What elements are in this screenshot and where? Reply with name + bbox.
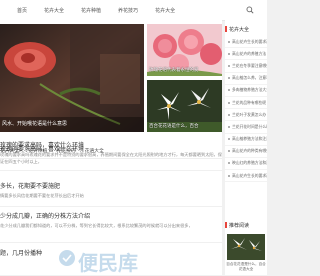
sidebar-list-item[interactable]: 兰花开花时间是什么时候 (225, 121, 267, 134)
sidebar-item-text[interactable]: 兰花的品种有哪些呢 (232, 100, 266, 106)
sidebar-item-text[interactable]: 兰花叶子发黄怎么办 (232, 112, 266, 118)
article-entry-2[interactable]: 多长，花期要不要施肥 情要多长风信花期要不要在花芽长出后才开始 (0, 181, 222, 206)
bullet-icon (228, 89, 230, 92)
watermark-text: 便民库 (78, 251, 138, 275)
article-title-2[interactable]: 多长，花期要不要施肥 (0, 181, 222, 190)
nav-item-home[interactable]: 首页 (17, 7, 27, 14)
article-summary-1: 玫瑰的要求高吗玫瑰花的要求并不是特别的要求很高，养殖期间要保全在太阳光照射的地方… (0, 152, 222, 164)
sidebar-item-text[interactable]: 兰花开花时间是什么时候 (232, 124, 267, 130)
hero-caption: 风水、开始哦花语是什么意思 (0, 117, 144, 132)
sidebar-list-item[interactable]: 映山红的养殖方法和注意 (225, 158, 267, 171)
sidebar-accent-bar (225, 26, 227, 32)
thumb-caption-lilies: 百合花花语是什么，百合 (149, 124, 199, 129)
sidebar-list-item[interactable]: 高山花卉的养殖方法 (225, 48, 267, 61)
article-title-3[interactable]: 少分成几瓣，正确的分株方法介绍 (0, 211, 222, 220)
nav-item-tips[interactable]: 养花技巧 (118, 7, 138, 14)
article-divider (0, 242, 222, 243)
search-icon[interactable] (246, 6, 254, 14)
sidebar-item-text[interactable]: 高山花卉生长的要求高 (232, 39, 267, 45)
sidebar-item-text[interactable]: 高山花卉的种类有哪些 (232, 148, 267, 154)
top-navigation-bar: 首页 花卉大全 花卉种植 养花技巧 花卉大全 (0, 0, 267, 21)
nav-item-flowers[interactable]: 花卉大全 (44, 7, 64, 14)
sidebar-list-item[interactable]: 高山榕养殖方法和注意事项 (225, 134, 267, 146)
sidebar-item-text[interactable]: 高山花卉生长的要求高吗 (232, 173, 267, 179)
recommend-title: 推荐阅读 (229, 222, 250, 229)
sidebar-item-text[interactable]: 映山红的养殖方法和注意 (232, 160, 267, 166)
feature-thumb-roses[interactable]: 玫瑰花语代表着永恒的爱 (147, 24, 222, 76)
sidebar-list-item[interactable]: 高山榕怎么养，注意事项 (225, 73, 267, 85)
sidebar: 花卉大全 高山花卉生长的要求高 高山花卉的养殖方法 兰花在冬季要注意哪些 高山榕… (225, 20, 267, 275)
article-summary-2: 情要多长风信花期要不要在花芽长出后才开始 (0, 193, 84, 198)
sidebar-list-item[interactable]: 高山花卉的种类有哪些 (225, 146, 267, 158)
bullet-icon (228, 77, 230, 80)
bullet-icon (228, 40, 230, 43)
nav-item-flowers-2[interactable]: 花卉大全 (155, 7, 175, 14)
article-divider (0, 170, 222, 171)
sidebar-list: 高山花卉生长的要求高 高山花卉的养殖方法 兰花在冬季要注意哪些 高山榕怎么养，注… (225, 36, 267, 183)
bullet-icon (228, 138, 230, 141)
sidebar-list-item[interactable]: 高山花卉生长的要求高 (225, 36, 267, 49)
sidebar-item-text[interactable]: 高山榕怎么养，注意事项 (232, 75, 267, 81)
recommend-header: 推荐阅读 (225, 220, 267, 230)
sidebar-list-item[interactable]: 兰花叶子发黄怎么办 (225, 109, 267, 122)
article-list: 玫瑰的要求高吗，喜欢什么环境 玫瑰的要求高吗玫瑰花的要求并不是特别的要求很高，养… (0, 140, 222, 260)
sidebar-list-item[interactable]: 高山花卉生长的要求高吗 (225, 170, 267, 183)
bullet-icon (228, 174, 230, 177)
sidebar-list-item[interactable]: 兰花在冬季要注意哪些 (225, 60, 267, 73)
bullet-icon (228, 64, 230, 67)
main-nav: 首页 花卉大全 花卉种植 养花技巧 花卉大全 (0, 0, 175, 20)
bullet-icon (228, 52, 230, 55)
article-entry-3[interactable]: 少分成几瓣，正确的分株方法介绍 花少分成几瓣我们都知道的，可以不分株，等到它长得… (0, 211, 222, 242)
bullet-icon (228, 113, 230, 116)
article-divider (0, 206, 222, 207)
bullet-icon (228, 101, 230, 104)
recommend-accent-bar (225, 222, 227, 228)
recommend-image (227, 234, 265, 260)
sidebar-item-text[interactable]: 高山花卉的养殖方法 (232, 51, 266, 57)
nav-item-planting[interactable]: 花卉种植 (81, 7, 101, 14)
bullet-icon (228, 150, 230, 153)
bullet-icon (228, 125, 230, 128)
sidebar-item-text[interactable]: 高山榕养殖方法和注意事项 (232, 136, 267, 142)
recommend-thumb[interactable] (227, 234, 265, 260)
hero-image (0, 24, 144, 132)
article-summary-3: 花少分成几瓣我们都知道的，可以不分株，等到它长得比较大，根系比较繁茂的时候就可以… (0, 223, 193, 228)
sidebar-list-item[interactable]: 多肉植物养殖方法大全 (225, 85, 267, 97)
sidebar-list-item[interactable]: 兰花的品种有哪些呢 (225, 97, 267, 110)
watermark-logo-icon (59, 250, 75, 266)
bullet-icon (228, 162, 230, 165)
article-title-1[interactable]: 玫瑰的要求高吗，喜欢什么环境 (0, 140, 222, 149)
sidebar-item-text[interactable]: 兰花在冬季要注意哪些 (232, 63, 267, 69)
article-entry-1[interactable]: 玫瑰的要求高吗，喜欢什么环境 玫瑰的要求高吗玫瑰花的要求并不是特别的要求很高，养… (0, 140, 222, 170)
feature-thumb-lilies[interactable]: 百合花花语是什么，百合 (147, 80, 222, 132)
sidebar-title: 花卉大全 (229, 26, 250, 33)
recommend-caption[interactable]: 百合花花语是什么，百合花语大全 (225, 262, 267, 272)
hero-slide[interactable]: 风水、开始哦花语是什么意思 (0, 24, 144, 132)
sidebar-header: 花卉大全 (225, 24, 267, 34)
sidebar-item-text[interactable]: 多肉植物养殖方法大全 (232, 87, 267, 93)
thumb-caption-roses: 玫瑰花语代表着永恒的爱 (149, 68, 199, 73)
